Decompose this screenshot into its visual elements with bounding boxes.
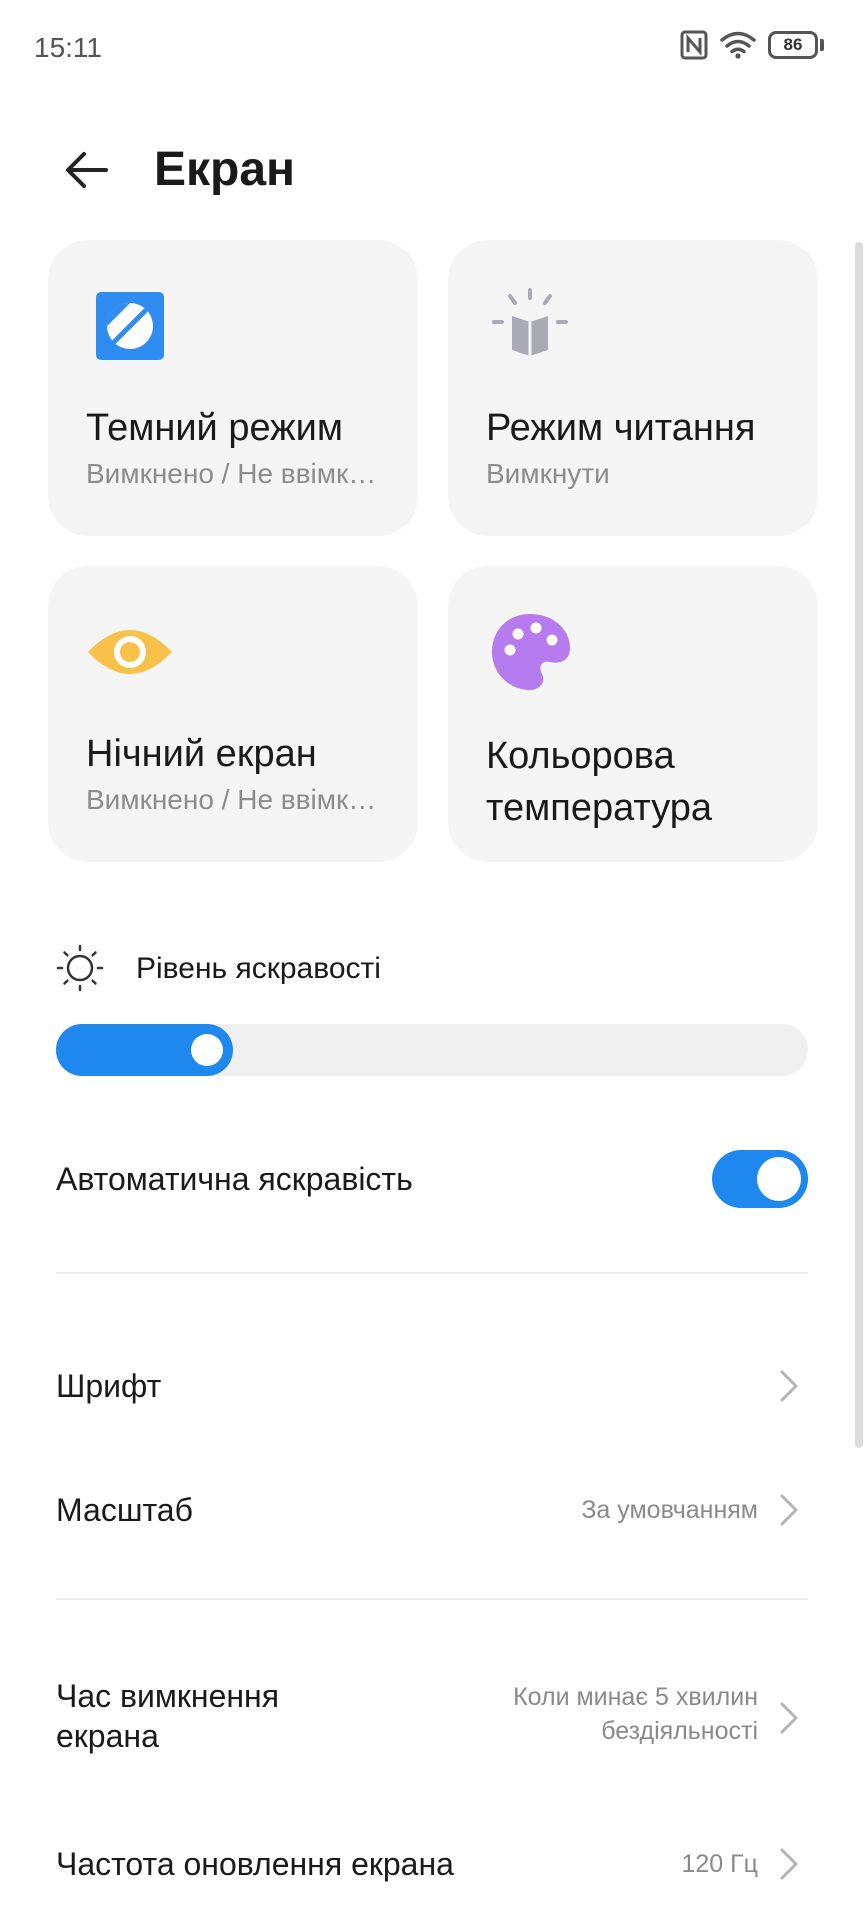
- divider: [56, 1598, 808, 1600]
- font-label: Шрифт: [56, 1368, 162, 1404]
- screen-timeout-value-line1: Коли минає 5 хвилин: [513, 1683, 758, 1711]
- refresh-rate-label: Частота оновлення екрана: [56, 1846, 454, 1882]
- scale-value: За умовчанням: [581, 1496, 758, 1524]
- dark-mode-title: Темний режим: [86, 407, 343, 449]
- font-row[interactable]: Шрифт: [56, 1356, 808, 1416]
- status-icons: 86: [680, 30, 824, 60]
- auto-brightness-toggle[interactable]: [712, 1150, 808, 1208]
- auto-brightness-row: Автоматична яскравість: [56, 1150, 808, 1208]
- arrow-left-icon[interactable]: [56, 140, 116, 200]
- scale-row[interactable]: Масштаб За умовчанням: [56, 1480, 808, 1540]
- nfc-icon: [680, 30, 708, 60]
- color-temperature-title-line2: температура: [486, 787, 713, 829]
- color-temperature-card[interactable]: Кольорова температура: [448, 566, 818, 862]
- page-title: Екран: [154, 143, 296, 196]
- chevron-right-icon: [780, 1494, 798, 1526]
- palette-icon: [492, 614, 570, 690]
- night-screen-title: Нічний екран: [86, 733, 317, 775]
- toggle-knob: [757, 1157, 801, 1201]
- battery-icon: 86: [768, 31, 824, 59]
- chevron-right-icon: [780, 1848, 798, 1880]
- screen-timeout-value-line2: бездіяльності: [601, 1717, 758, 1745]
- brightness-label: Рівень яскравості: [136, 952, 381, 985]
- reading-lamp-icon: [492, 288, 568, 356]
- screen-timeout-label-line2: екрана: [56, 1718, 159, 1754]
- refresh-rate-row[interactable]: Частота оновлення екрана 120 Гц: [56, 1834, 808, 1894]
- color-temperature-title-line1: Кольорова: [486, 735, 675, 777]
- header: Екран: [0, 120, 864, 220]
- divider: [56, 1272, 808, 1274]
- reading-mode-title: Режим читання: [486, 407, 756, 449]
- eye-icon: [88, 630, 172, 674]
- scale-label: Масштаб: [56, 1492, 193, 1528]
- dark-mode-subtitle: Вимкнено / Не ввімк…: [86, 458, 377, 489]
- screen-timeout-row[interactable]: Час вимкнення екрана Коли минає 5 хвилин…: [56, 1676, 808, 1756]
- sun-icon: [56, 944, 104, 992]
- reading-mode-subtitle: Вимкнути: [486, 458, 610, 489]
- chevron-right-icon: [780, 1370, 798, 1402]
- battery-level: 86: [768, 31, 818, 59]
- refresh-rate-value: 120 Гц: [681, 1850, 758, 1878]
- brightness-slider-thumb[interactable]: [191, 1034, 223, 1066]
- brightness-header: Рівень яскравості: [56, 940, 816, 1000]
- scrollbar[interactable]: [855, 242, 863, 1448]
- screen-timeout-label-line1: Час вимкнення: [56, 1678, 280, 1714]
- dark-mode-icon: [96, 292, 164, 360]
- battery-tip: [820, 39, 824, 51]
- night-screen-card[interactable]: Нічний екран Вимкнено / Не ввімк…: [48, 566, 418, 862]
- dark-mode-card[interactable]: Темний режим Вимкнено / Не ввімк…: [48, 240, 418, 536]
- night-screen-subtitle: Вимкнено / Не ввімк…: [86, 784, 377, 815]
- status-bar: 15:11 86: [0, 0, 864, 96]
- chevron-right-icon: [780, 1702, 798, 1734]
- auto-brightness-label: Автоматична яскравість: [56, 1161, 413, 1197]
- status-time: 15:11: [34, 32, 102, 63]
- brightness-slider[interactable]: [56, 1024, 808, 1076]
- wifi-icon: [720, 31, 756, 59]
- reading-mode-card[interactable]: Режим читання Вимкнути: [448, 240, 818, 536]
